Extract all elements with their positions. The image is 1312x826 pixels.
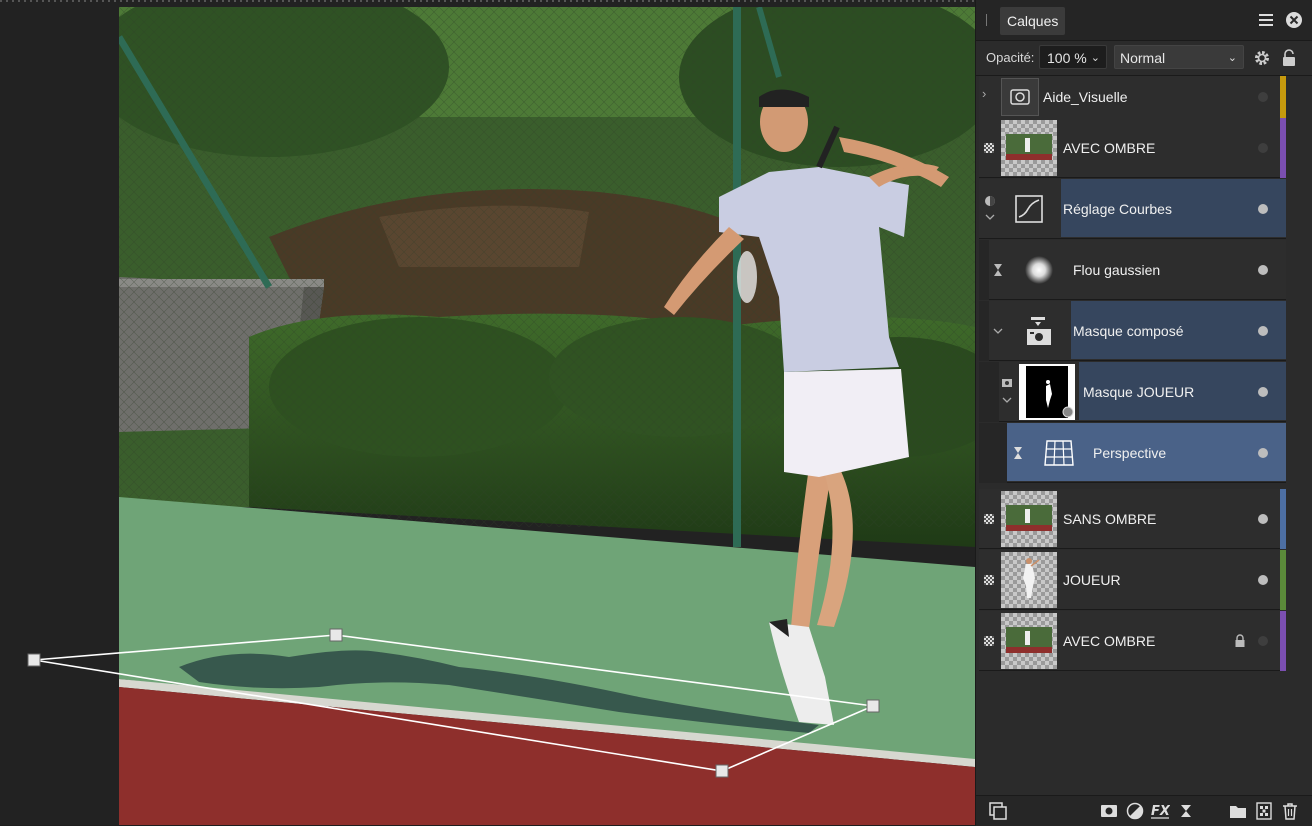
panel-header: Calques xyxy=(976,0,1312,41)
layer-thumbnail xyxy=(1001,613,1057,669)
color-tag xyxy=(1280,611,1286,671)
fx-icon[interactable]: FX xyxy=(1150,801,1170,821)
close-icon[interactable] xyxy=(1285,11,1303,29)
layer-thumbnail xyxy=(1001,491,1057,547)
layer-thumbnail xyxy=(1011,242,1067,298)
visibility-dot[interactable] xyxy=(1258,326,1268,336)
visibility-dot[interactable] xyxy=(1258,387,1268,397)
panel-footer-toolbar: FX xyxy=(976,795,1312,826)
layer-thumbnail xyxy=(1001,181,1057,237)
opacity-value: 100 % xyxy=(1047,50,1087,66)
layer-thumbnail xyxy=(1001,78,1039,116)
chevron-down-icon: ⌄ xyxy=(1227,52,1237,64)
perspective-handle-left[interactable] xyxy=(27,653,41,667)
hierarchy-indent xyxy=(979,240,989,300)
layer-thumbnail xyxy=(1001,552,1057,608)
menu-icon[interactable] xyxy=(1258,12,1274,28)
layer-name: Masque JOUEUR xyxy=(1083,384,1195,400)
color-tag xyxy=(1280,489,1286,549)
opacity-field[interactable]: 100 % ⌄ xyxy=(1039,45,1107,69)
pixel-layer-icon xyxy=(984,636,994,646)
visibility-dot[interactable] xyxy=(1258,92,1268,102)
blend-mode-value: Normal xyxy=(1120,50,1166,66)
visibility-dot[interactable] xyxy=(1258,204,1268,214)
hierarchy-indent xyxy=(979,423,1007,483)
visibility-dot[interactable] xyxy=(1258,143,1268,153)
blend-mode-select[interactable]: Normal ⌄ xyxy=(1114,45,1244,69)
perspective-handle-bottom[interactable] xyxy=(715,764,729,778)
tab-layers[interactable]: Calques xyxy=(1000,7,1066,35)
color-tag xyxy=(1280,76,1286,118)
visibility-dot[interactable] xyxy=(1258,636,1268,646)
layer-row[interactable]: Masque JOUEUR xyxy=(979,362,1286,422)
layer-row[interactable]: Perspective xyxy=(979,423,1286,483)
pixel-layer-icon xyxy=(984,514,994,524)
layer-name: AVEC OMBRE xyxy=(1063,633,1156,649)
layer-name: Perspective xyxy=(1093,445,1167,461)
layer-row[interactable]: AVEC OMBRE xyxy=(979,611,1286,671)
layers-panel: Calques Opacité: 100 % ⌄ Normal ⌄ › Aide… xyxy=(975,0,1312,826)
lock-icon[interactable] xyxy=(1281,49,1297,67)
svg-text:FX: FX xyxy=(1151,804,1170,819)
layer-thumbnail xyxy=(1019,364,1075,420)
opacity-label: Opacité: xyxy=(986,50,1035,65)
layer-name: Réglage Courbes xyxy=(1063,201,1172,217)
perspective-handle-top[interactable] xyxy=(329,628,343,642)
layer-row[interactable]: JOUEUR xyxy=(979,550,1286,610)
layer-name: SANS OMBRE xyxy=(1063,511,1157,527)
color-tag xyxy=(1280,550,1286,610)
layer-row[interactable]: Flou gaussien xyxy=(979,240,1286,300)
adjustment-icon[interactable] xyxy=(1125,801,1145,821)
mask-icon xyxy=(1002,379,1012,403)
layer-options-icon[interactable] xyxy=(988,801,1008,821)
color-tag xyxy=(1280,118,1286,178)
pixel-layer-icon xyxy=(984,143,994,153)
layer-row[interactable]: AVEC OMBRE xyxy=(979,118,1286,178)
gear-icon[interactable] xyxy=(1253,49,1271,67)
layer-name: AVEC OMBRE xyxy=(1063,140,1156,156)
live-filter-icon xyxy=(994,264,1002,276)
pixel-layer-icon[interactable] xyxy=(1254,801,1274,821)
visibility-dot[interactable] xyxy=(1258,575,1268,585)
panel-grip[interactable] xyxy=(986,14,987,26)
visibility-dot[interactable] xyxy=(1258,448,1268,458)
layer-name: Flou gaussien xyxy=(1073,262,1161,278)
pixel-layer-icon xyxy=(984,575,994,585)
hierarchy-indent xyxy=(979,362,999,422)
live-filter-icon xyxy=(1014,447,1022,459)
layer-thumbnail xyxy=(1011,303,1067,359)
layer-row[interactable]: Masque composé xyxy=(979,301,1286,361)
chevron-down-icon[interactable] xyxy=(991,301,1005,361)
document-canvas[interactable] xyxy=(0,0,975,825)
live-filter-icon[interactable] xyxy=(1176,801,1196,821)
layer-thumbnail xyxy=(1031,425,1087,481)
ruler-dots xyxy=(0,0,975,2)
hierarchy-indent xyxy=(979,301,989,361)
layer-name: JOUEUR xyxy=(1063,572,1121,588)
adjustment-icon xyxy=(985,196,995,220)
visibility-dot[interactable] xyxy=(1258,514,1268,524)
delete-icon[interactable] xyxy=(1280,801,1300,821)
layer-name: Masque composé xyxy=(1073,323,1184,339)
layer-thumbnail xyxy=(1001,120,1057,176)
perspective-handle-right[interactable] xyxy=(866,699,880,713)
chevron-down-icon: ⌄ xyxy=(1090,52,1100,64)
layer-name: Aide_Visuelle xyxy=(1043,89,1128,105)
layer-row[interactable]: Réglage Courbes xyxy=(979,179,1286,239)
tennis-photo xyxy=(119,7,975,825)
lock-icon[interactable] xyxy=(1234,634,1246,648)
layer-properties-bar: Opacité: 100 % ⌄ Normal ⌄ xyxy=(976,41,1312,76)
visibility-dot[interactable] xyxy=(1258,265,1268,275)
layer-row[interactable]: SANS OMBRE xyxy=(979,489,1286,549)
mask-icon[interactable] xyxy=(1099,801,1119,821)
group-icon[interactable] xyxy=(1228,801,1248,821)
